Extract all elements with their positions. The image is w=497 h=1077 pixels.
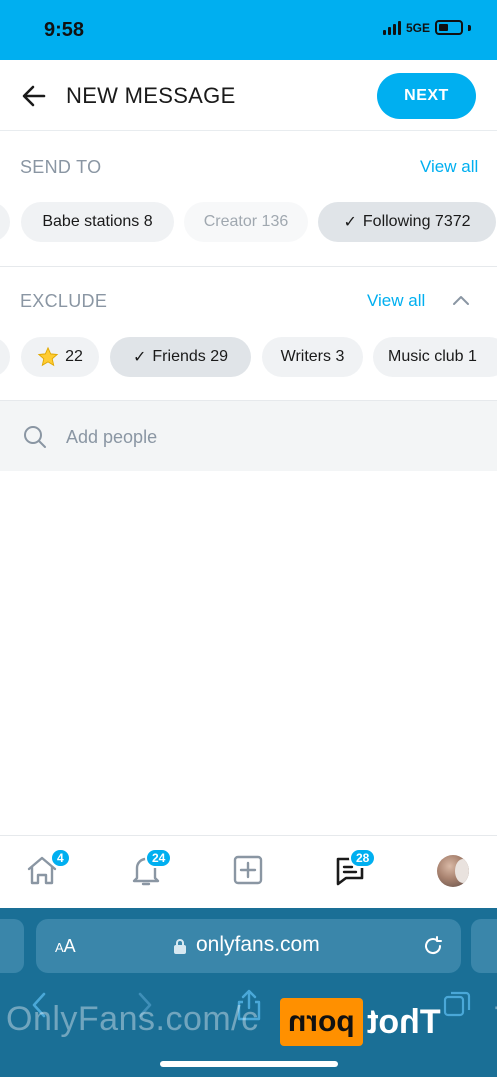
reload-icon[interactable] [421,934,445,958]
avatar[interactable] [437,855,469,887]
watermark-logo: porn Thot [280,998,440,1046]
signal-icon [382,20,401,35]
chip-following[interactable]: ✓ Following 7372 [318,202,496,242]
home-indicator [160,1061,338,1067]
send-to-label: SEND TO [20,157,102,177]
list-chip-partial[interactable] [0,202,10,242]
bottom-nav: 4 24 28 [0,835,497,908]
chip-babe-stations[interactable]: Babe stations 8 [21,202,174,242]
plus-square-icon [233,855,263,885]
address-bar[interactable]: AA onlyfans.com [36,919,461,973]
nav-add-post[interactable] [230,852,270,892]
browser-tab-left[interactable] [0,919,24,973]
app-screen: 9:58 5GE NEW MESSAGE NEXT SEND TO View a… [0,0,497,1077]
list-chip-partial[interactable] [0,337,10,377]
watermark-logo-text: Thot [366,1002,441,1041]
chip-label: 22 [65,348,83,365]
star-icon [37,346,59,367]
nav-messages[interactable]: 28 [332,848,377,892]
lock-icon [174,939,186,954]
nav-home[interactable]: 4 [24,848,71,892]
status-bar: 9:58 5GE [0,0,497,60]
browser-chrome: AA onlyfans.com [0,908,497,1077]
reader-settings-button[interactable]: AA [55,936,76,957]
exclude-chip-row: 22 ✓ Friends 29 Writers 3 Music club 1 [0,337,497,379]
chip-label: Writers 3 [280,348,345,365]
watermark-logo-box: porn [280,998,363,1046]
divider [0,266,497,267]
exclude-label: EXCLUDE [20,291,108,311]
back-arrow-icon[interactable] [20,82,48,110]
url-text: onlyfans.com [196,933,320,956]
battery-tip [468,24,471,31]
chip-label: Creator 136 [203,213,289,230]
chip-favorites[interactable]: 22 [21,337,99,377]
chip-label: Following 7372 [362,213,471,230]
chip-label: Friends 29 [152,348,228,365]
add-people-input[interactable] [66,421,446,453]
page-title: NEW MESSAGE [66,83,236,108]
network-type: 5GE [405,20,430,35]
status-indicators: 5GE [382,20,471,35]
chip-creator[interactable]: Creator 136 [184,202,308,242]
status-time: 9:58 [44,19,85,41]
send-to-view-all-link[interactable]: View all [420,157,478,177]
chip-friends[interactable]: ✓ Friends 29 [110,337,251,377]
check-icon: ✓ [133,349,147,366]
chip-label: Music club 1 [388,348,477,365]
home-badge: 4 [50,848,71,868]
send-to-chip-row: Babe stations 8 Creator 136 ✓ Following … [0,202,497,244]
chevron-up-icon[interactable] [451,290,471,310]
next-button[interactable]: NEXT [377,73,476,119]
header: NEW MESSAGE NEXT [0,60,497,131]
chip-music-club[interactable]: Music club 1 [373,337,497,377]
exclude-view-all-link[interactable]: View all [367,291,425,311]
chip-label: Babe stations 8 [42,213,153,230]
search-icon [24,426,46,448]
add-people-search [0,401,497,471]
chip-writers[interactable]: Writers 3 [262,337,363,377]
nav-notifications[interactable]: 24 [128,848,173,892]
check-icon: ✓ [343,214,357,231]
messages-badge: 28 [349,848,377,868]
browser-tab-right[interactable] [471,919,497,973]
notifications-badge: 24 [145,848,173,868]
battery-icon [435,20,463,35]
